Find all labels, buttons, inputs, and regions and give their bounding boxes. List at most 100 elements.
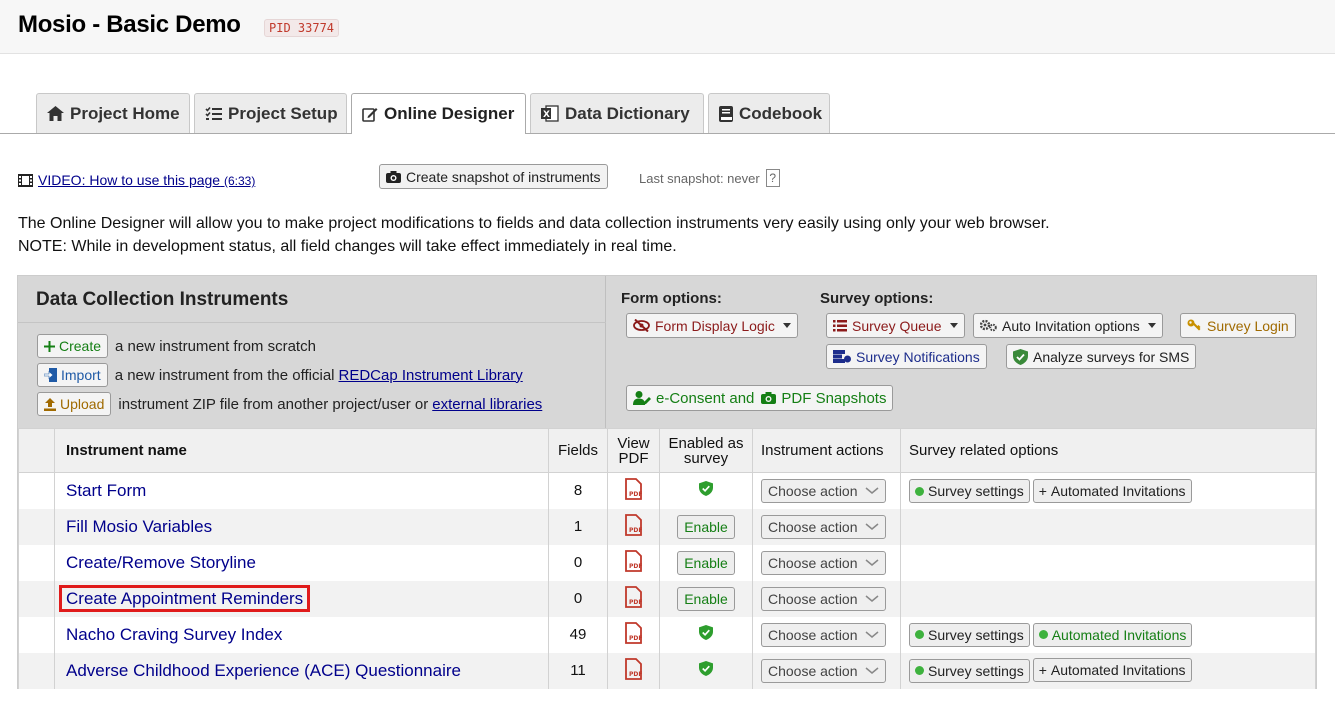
svg-text:PDF: PDF — [629, 635, 642, 642]
survey-options-label: Survey options: — [820, 290, 934, 307]
redcap-library-link[interactable]: REDCap Instrument Library — [339, 367, 523, 384]
automated-invitations-button[interactable]: + Automated Invitations — [1032, 478, 1192, 503]
create-snapshot-button[interactable]: Create snapshot of instruments — [379, 164, 608, 189]
table-row: Adverse Childhood Experience (ACE) Quest… — [18, 652, 1316, 689]
pdf-icon[interactable]: PDF — [624, 621, 644, 644]
pdf-icon[interactable]: PDF — [624, 477, 644, 500]
automated-invitations-button[interactable]: + Automated Invitations — [1032, 658, 1192, 683]
choose-action-dropdown[interactable]: Choose action — [761, 586, 886, 611]
field-count: 0 — [548, 580, 608, 617]
drag-handle[interactable] — [18, 616, 55, 653]
svg-text:PDF: PDF — [629, 671, 642, 678]
choose-action-dropdown[interactable]: Choose action — [761, 514, 886, 539]
excel-icon: X — [541, 105, 559, 122]
plus-icon — [44, 340, 55, 352]
chevron-down-icon — [865, 487, 879, 494]
check-circle-icon — [1038, 630, 1048, 639]
pdf-icon[interactable]: PDF — [624, 657, 644, 680]
tab-project-home[interactable]: Project Home — [36, 93, 190, 133]
upload-row: Upload instrument ZIP file from another … — [37, 392, 542, 416]
instrument-link[interactable]: Fill Mosio Variables — [66, 517, 212, 536]
pdf-icon[interactable]: PDF — [624, 513, 644, 536]
drag-handle[interactable] — [18, 580, 55, 617]
analyze-sms-button[interactable]: Analyze surveys for SMS — [1006, 344, 1197, 369]
gears-icon — [980, 319, 997, 332]
instrument-link[interactable]: Adverse Childhood Experience (ACE) Quest… — [66, 661, 461, 680]
tab-online-designer[interactable]: Online Designer — [351, 93, 526, 134]
film-icon — [18, 173, 33, 187]
checklist-icon — [205, 106, 222, 120]
instrument-actions-header: Instrument actions — [752, 428, 901, 473]
enabled-survey-header: Enabled as survey — [659, 428, 753, 473]
table-row: Start Form 8 PDF Choose action Survey se… — [18, 472, 1316, 509]
instrument-link[interactable]: Create Appointment Reminders — [58, 584, 311, 612]
home-icon — [47, 106, 64, 121]
video-link[interactable]: VIDEO: How to use this page (6:33) — [38, 172, 255, 188]
create-row: Create a new instrument from scratch — [37, 334, 316, 358]
instrument-link[interactable]: Start Form — [66, 481, 146, 500]
choose-action-dropdown[interactable]: Choose action — [761, 478, 886, 503]
tab-project-setup[interactable]: Project Setup — [194, 93, 347, 133]
book-icon — [719, 105, 733, 122]
enable-survey-button[interactable]: Enable — [677, 514, 735, 539]
survey-queue-button[interactable]: Survey Queue — [826, 313, 965, 338]
drag-handle[interactable] — [18, 544, 55, 581]
eye-slash-icon — [633, 319, 650, 332]
econsent-pdf-snapshots-button[interactable]: e-Consent and PDF Snapshots — [626, 385, 894, 411]
enable-survey-button[interactable]: Enable — [677, 550, 735, 575]
chevron-down-icon — [865, 522, 879, 530]
chevron-down-icon — [865, 594, 879, 602]
external-libraries-link[interactable]: external libraries — [432, 396, 542, 413]
svg-text:PDF: PDF — [629, 491, 642, 498]
choose-action-dropdown[interactable]: Choose action — [761, 658, 886, 683]
instrument-link[interactable]: Nacho Craving Survey Index — [66, 625, 282, 644]
tab-label: Online Designer — [384, 104, 515, 123]
chevron-down-icon — [865, 630, 879, 638]
form-display-logic-button[interactable]: Form Display Logic — [626, 313, 798, 338]
automated-invitations-button[interactable]: Automated Invitations — [1032, 622, 1193, 647]
instruments-panel: Data Collection Instruments Create a new… — [17, 275, 1317, 689]
shield-check-icon — [699, 661, 713, 676]
drag-handle[interactable] — [18, 652, 55, 689]
check-circle-icon — [915, 666, 924, 676]
instrument-link[interactable]: Create/Remove Storyline — [66, 553, 256, 572]
help-icon[interactable]: ? — [765, 169, 780, 187]
fields-header: Fields — [548, 428, 608, 473]
survey-settings-button[interactable]: Survey settings — [909, 622, 1030, 647]
upload-instrument-button[interactable]: Upload — [37, 392, 112, 416]
survey-settings-button[interactable]: Survey settings — [909, 479, 1030, 503]
choose-action-dropdown[interactable]: Choose action — [761, 550, 886, 575]
import-icon — [44, 368, 57, 382]
camera-icon — [761, 392, 777, 404]
survey-settings-button[interactable]: Survey settings — [909, 658, 1030, 683]
drag-handle[interactable] — [18, 508, 55, 545]
table-row: Nacho Craving Survey Index 49 PDF Choose… — [18, 616, 1316, 653]
table-row: Create/Remove Storyline 0 PDF Enable Cho… — [18, 544, 1316, 581]
table-row: Create Appointment Reminders 0 PDF Enabl… — [18, 580, 1316, 617]
tab-codebook[interactable]: Codebook — [708, 93, 830, 133]
auto-invitation-options-button[interactable]: Auto Invitation options — [973, 313, 1163, 338]
pdf-icon[interactable]: PDF — [624, 585, 644, 608]
enable-survey-button[interactable]: Enable — [677, 586, 735, 611]
check-circle-icon — [915, 486, 924, 496]
tab-data-dictionary[interactable]: X Data Dictionary — [530, 93, 704, 133]
tab-label: Codebook — [739, 103, 823, 123]
table-row: Fill Mosio Variables 1 PDF Enable Choose… — [18, 508, 1316, 545]
key-icon — [1187, 319, 1201, 331]
pdf-icon[interactable]: PDF — [624, 549, 644, 572]
upload-icon — [44, 397, 56, 411]
create-instrument-button[interactable]: Create — [37, 334, 109, 358]
survey-notifications-button[interactable]: Survey Notifications — [826, 344, 987, 369]
survey-login-button[interactable]: Survey Login — [1180, 313, 1296, 338]
drag-handle[interactable] — [18, 472, 55, 509]
edit-icon — [362, 108, 378, 122]
shield-check-icon — [699, 481, 713, 497]
shield-check-icon — [699, 625, 713, 640]
choose-action-dropdown[interactable]: Choose action — [761, 622, 886, 647]
user-edit-icon — [633, 391, 651, 405]
survey-related-header: Survey related options — [900, 428, 1316, 473]
instruments-header-left: Data Collection Instruments Create a new… — [18, 276, 606, 428]
import-instrument-button[interactable]: Import — [37, 363, 108, 387]
last-snapshot-info: Last snapshot: never ? — [639, 169, 780, 187]
notifications-icon — [833, 350, 851, 363]
